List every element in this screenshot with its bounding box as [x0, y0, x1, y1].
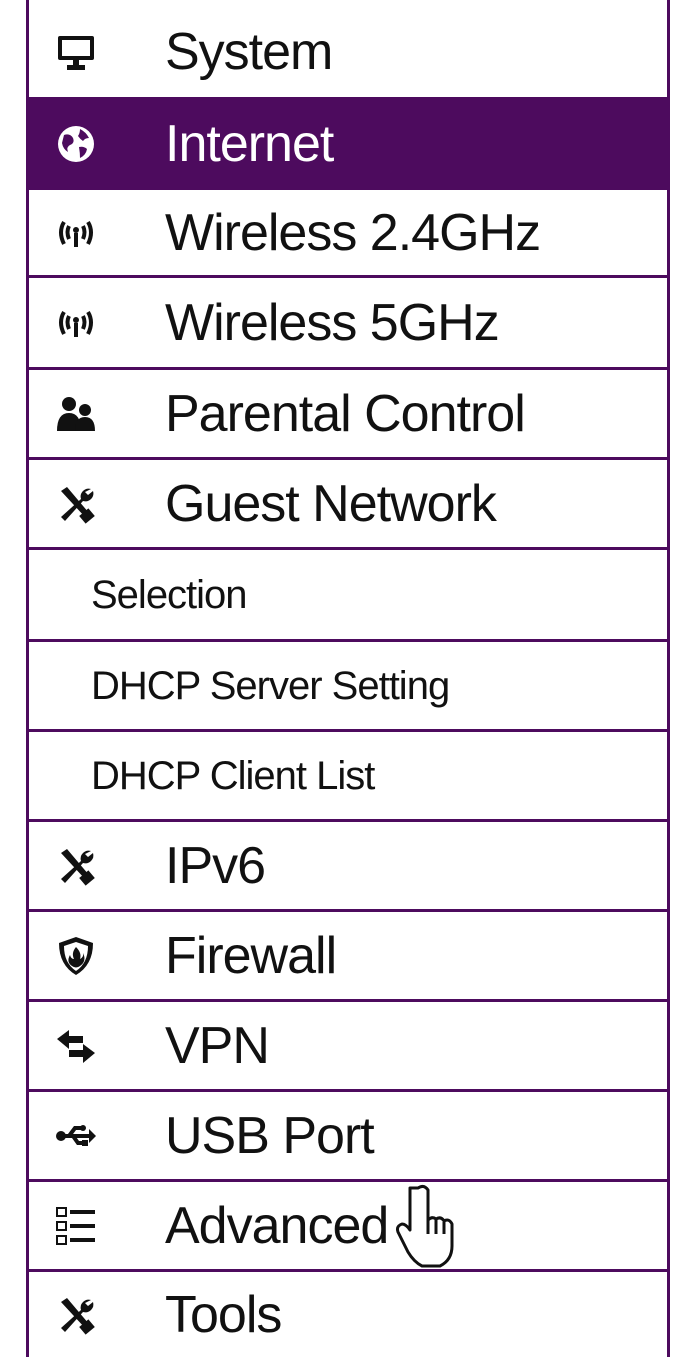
- tools-icon: [55, 483, 97, 525]
- monitor-icon: [55, 31, 97, 73]
- submenu-item-dhcp-server-setting[interactable]: DHCP Server Setting: [29, 642, 667, 732]
- wireless-icon: [55, 212, 97, 254]
- menu-item-wireless-2-4ghz[interactable]: Wireless 2.4GHz: [29, 190, 667, 278]
- menu-item-label: DHCP Server Setting: [91, 663, 450, 708]
- menu-item-label: Parental Control: [165, 384, 526, 443]
- submenu-item-selection[interactable]: Selection: [29, 550, 667, 642]
- wireless-icon: [55, 302, 97, 344]
- menu-item-wireless-5ghz[interactable]: Wireless 5GHz: [29, 278, 667, 370]
- menu-item-guest-network[interactable]: Guest Network: [29, 460, 667, 550]
- firewall-icon: [55, 935, 97, 977]
- menu-item-firewall[interactable]: Firewall: [29, 912, 667, 1002]
- list-icon: [55, 1205, 97, 1247]
- menu-item-advanced[interactable]: Advanced: [29, 1182, 667, 1272]
- users-icon: [55, 393, 97, 435]
- submenu-item-dhcp-client-list[interactable]: DHCP Client List: [29, 732, 667, 822]
- menu-item-label: VPN: [165, 1016, 270, 1075]
- menu-item-usb-port[interactable]: USB Port: [29, 1092, 667, 1182]
- globe-icon: [55, 123, 97, 165]
- navigation-menu: System Internet Wireless 2.4GHz Wireless…: [26, 0, 670, 1357]
- menu-item-internet[interactable]: Internet: [29, 100, 667, 190]
- usb-icon: [55, 1115, 97, 1157]
- menu-item-label: Wireless 2.4GHz: [165, 203, 541, 262]
- menu-item-system[interactable]: System: [29, 6, 667, 100]
- vpn-arrows-icon: [55, 1025, 97, 1067]
- menu-item-label: Advanced: [165, 1196, 389, 1255]
- menu-item-label: Internet: [165, 114, 334, 173]
- tools-icon: [55, 845, 97, 887]
- menu-item-label: System: [165, 22, 333, 81]
- menu-item-label: IPv6: [165, 836, 266, 895]
- menu-item-tools[interactable]: Tools: [29, 1272, 667, 1357]
- menu-item-label: Selection: [91, 572, 248, 617]
- menu-item-vpn[interactable]: VPN: [29, 1002, 667, 1092]
- menu-item-label: Firewall: [165, 926, 337, 985]
- hand-pointer-cursor-icon: [396, 1184, 454, 1268]
- tools-icon: [55, 1294, 97, 1336]
- menu-item-label: Tools: [165, 1285, 282, 1344]
- menu-item-ipv6[interactable]: IPv6: [29, 822, 667, 912]
- menu-item-label: DHCP Client List: [91, 753, 375, 798]
- menu-item-label: USB Port: [165, 1106, 375, 1165]
- menu-item-parental-control[interactable]: Parental Control: [29, 370, 667, 460]
- menu-item-label: Guest Network: [165, 474, 497, 533]
- menu-item-label: Wireless 5GHz: [165, 293, 500, 352]
